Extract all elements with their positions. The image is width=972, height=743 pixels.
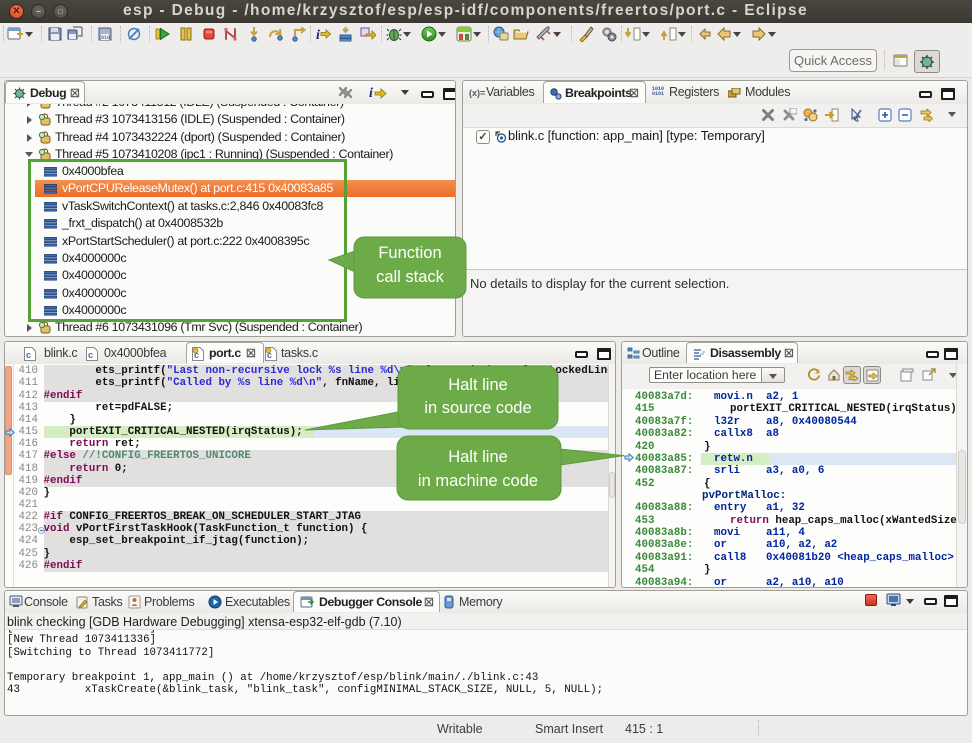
svg-text:c: c [88,350,93,360]
svg-text:i: i [369,86,373,100]
svg-text:c: c [26,350,31,360]
svg-text:010: 010 [101,35,110,41]
svg-text:i: i [316,28,320,42]
